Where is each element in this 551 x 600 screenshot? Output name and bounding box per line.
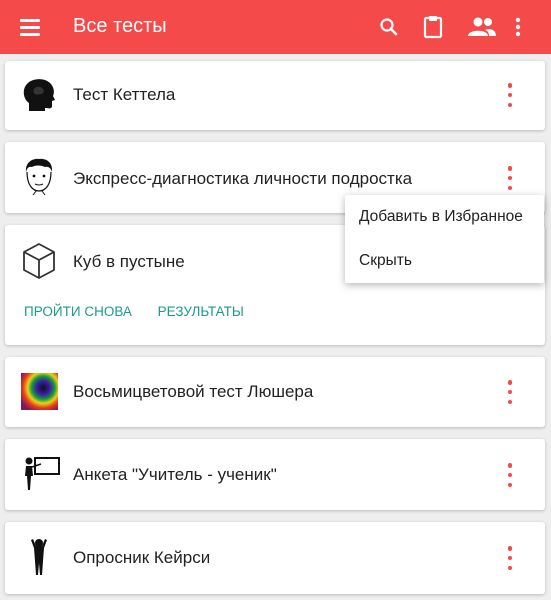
test-card[interactable]: Опросник Кейрси (5, 522, 545, 594)
head-profile-icon (21, 77, 57, 113)
test-title: Восьмицветовой тест Люшера (73, 382, 314, 401)
people-icon[interactable] (466, 12, 498, 42)
test-title: Опросник Кейрси (73, 548, 211, 567)
card-actions: ПРОЙТИ СНОВА РЕЗУЛЬТАТЫ (24, 304, 266, 319)
person-figure-icon (21, 537, 57, 577)
retake-button[interactable]: ПРОЙТИ СНОВА (24, 304, 132, 319)
more-vert-icon[interactable] (503, 546, 517, 570)
test-title: Тест Кеттела (73, 85, 176, 104)
search-icon[interactable] (374, 12, 404, 42)
teacher-board-icon (21, 454, 61, 490)
test-card[interactable]: Анкета "Учитель - ученик" (5, 439, 545, 510)
results-button[interactable]: РЕЗУЛЬТАТЫ (158, 304, 244, 319)
add-to-favorites-item[interactable]: Добавить в Избранное (359, 208, 523, 226)
hide-item[interactable]: Скрыть (359, 252, 412, 270)
boy-face-icon (21, 158, 57, 196)
color-spiral-icon (21, 373, 58, 410)
context-menu: Добавить в Избранное Скрыть (345, 195, 544, 283)
test-title: Экспресс-диагностика личности подростка (73, 169, 413, 188)
clipboard-icon[interactable] (418, 12, 448, 42)
test-title: Анкета "Учитель - ученик" (73, 465, 277, 484)
cube-icon (21, 242, 57, 279)
menu-icon[interactable] (20, 14, 46, 40)
page-title: Все тесты (73, 15, 167, 37)
more-vert-icon[interactable] (508, 12, 528, 42)
test-card[interactable]: Восьмицветовой тест Люшера (5, 357, 545, 427)
app-bar: Все тесты (0, 0, 551, 54)
more-vert-icon[interactable] (503, 83, 517, 107)
more-vert-icon[interactable] (503, 463, 517, 487)
test-card[interactable]: Тест Кеттела (5, 61, 545, 130)
test-title: Куб в пустыне (73, 252, 185, 271)
more-vert-icon[interactable] (503, 166, 517, 190)
more-vert-icon[interactable] (503, 380, 517, 404)
